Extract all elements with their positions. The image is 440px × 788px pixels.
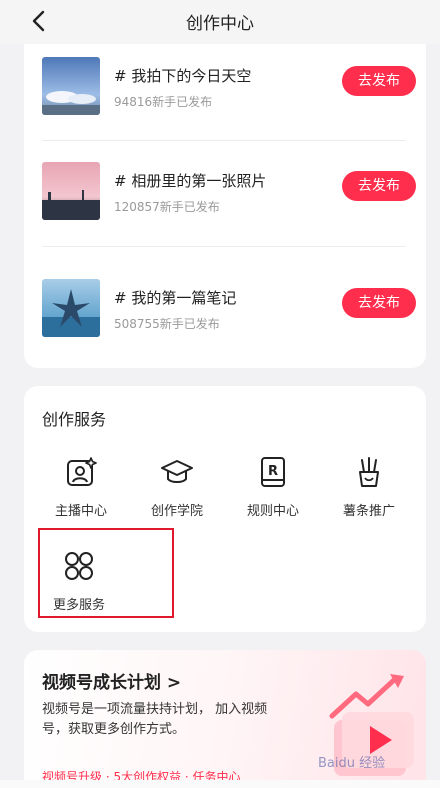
bottom-edge [0,780,440,788]
fries-icon [359,457,379,487]
section-title: 创作服务 [42,410,107,429]
service-label: 规则中心 [246,504,299,519]
publish-count: 94816新手已发布 [114,95,213,109]
rules-book-icon: R [261,457,285,487]
service-rules-center[interactable]: R 规则中心 [230,456,316,520]
growth-plan-description: 视频号是一项流量扶持计划， 加入视频号，获取更多创作方式。 [42,702,268,737]
watermark: Baidu 经验 [318,756,386,771]
service-creation-academy[interactable]: 创作学院 [134,456,220,520]
list-item: # 我的第一篇笔记 508755新手已发布 去发布 [42,279,416,339]
service-label: 薯条推广 [342,504,395,519]
publish-button[interactable]: 去发布 [342,171,416,201]
pink-sky-photo-thumbnail [42,162,100,220]
topic-name: # 我的第一篇笔记 [114,289,237,307]
publish-count: 508755新手已发布 [114,317,220,331]
list-item: # 我拍下的今日天空 94816新手已发布 去发布 [42,57,416,117]
highlight-box [38,528,174,618]
starfish-photo-thumbnail [42,279,100,337]
service-streamer-center[interactable]: 主播中心 [38,456,124,520]
page-title: 创作中心 [186,14,254,34]
topic-task-card: # 我拍下的今日天空 94816新手已发布 去发布 # 相册里的第一张照片 12… [24,44,426,368]
creation-services-card: 创作服务 主播中心 创作学院 R 规则中心 薯条推广 更多服务 [24,386,426,632]
topic-name: # 相册里的第一张照片 [114,172,267,190]
list-item: # 相册里的第一张照片 120857新手已发布 去发布 [42,162,416,222]
publish-button[interactable]: 去发布 [342,66,416,96]
svg-text:R: R [268,464,278,479]
top-nav-bar: 创作中心 [0,0,440,44]
sky-photo-thumbnail [42,57,100,115]
service-label: 主播中心 [54,504,107,519]
topic-name: # 我拍下的今日天空 [114,67,252,85]
streamer-icon [67,457,97,486]
service-fries-promotion[interactable]: 薯条推广 [326,456,412,520]
divider [42,246,406,247]
publish-button[interactable]: 去发布 [342,288,416,318]
graduation-cap-icon [161,460,193,483]
publish-count: 120857新手已发布 [114,200,220,214]
service-label: 创作学院 [150,504,203,519]
growth-plan-title[interactable]: 视频号成长计划 > [42,668,181,693]
divider [42,140,406,141]
